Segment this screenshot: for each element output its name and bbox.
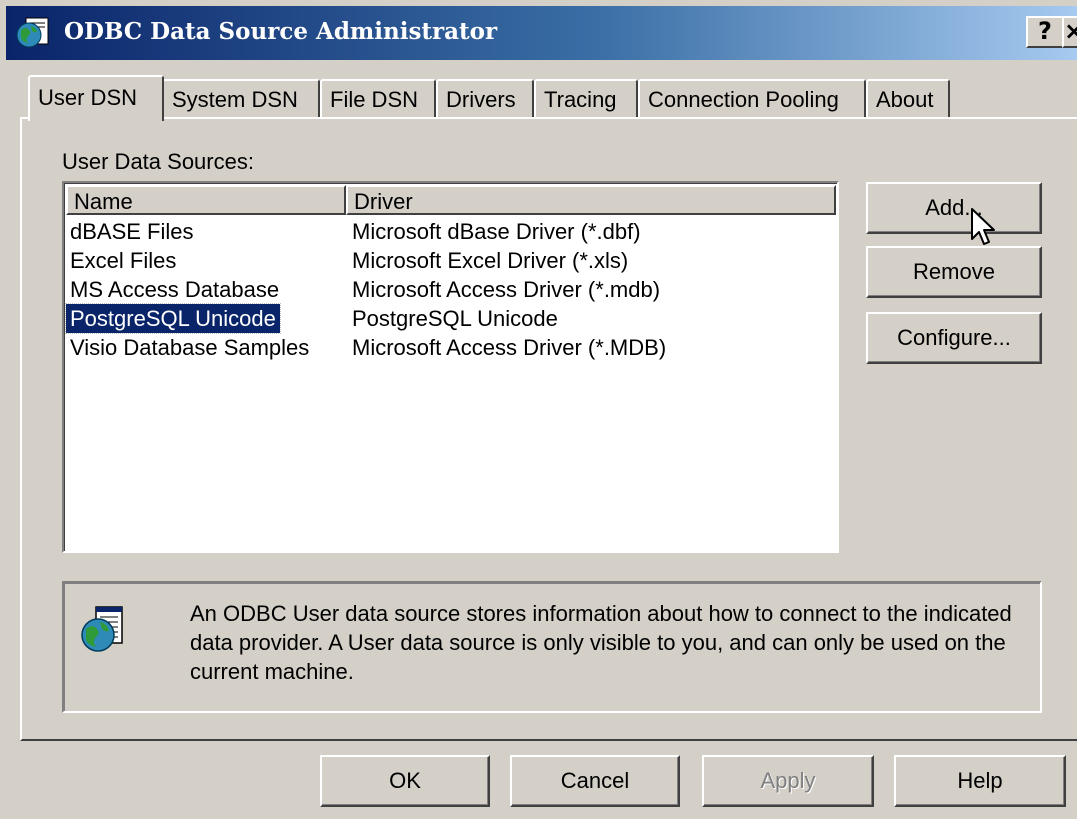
window-title: ODBC Data Source Administrator <box>64 18 498 45</box>
info-description: An ODBC User data source stores informat… <box>190 601 1012 684</box>
remove-button-label: Remove <box>913 259 995 284</box>
ok-button-label: OK <box>389 768 421 793</box>
column-header-driver[interactable]: Driver <box>346 185 836 215</box>
configure-button-label: Configure... <box>897 325 1011 350</box>
apply-button[interactable]: Apply <box>702 755 874 807</box>
cancel-button-label: Cancel <box>560 768 630 793</box>
row-driver: Microsoft Excel Driver (*.xls) <box>352 248 629 273</box>
tab-tracing[interactable]: Tracing <box>534 79 638 119</box>
data-sources-list[interactable]: Name Driver dBASE Files Microsoft dBase … <box>62 181 839 553</box>
help-title-button[interactable]: ? <box>1026 16 1064 48</box>
tab-about[interactable]: About <box>866 79 950 119</box>
row-driver: Microsoft Access Driver (*.mdb) <box>352 277 661 302</box>
ok-button[interactable]: OK <box>320 755 490 807</box>
row-name: PostgreSQL Unicode <box>65 303 281 334</box>
odbc-admin-window: ODBC Data Source Administrator ? × User … <box>0 0 1077 819</box>
title-bar[interactable]: ODBC Data Source Administrator ? × <box>6 6 1077 60</box>
odbc-globe-icon <box>16 17 49 48</box>
configure-button[interactable]: Configure... <box>866 312 1042 364</box>
row-name: dBASE Files <box>70 219 194 244</box>
odbc-globe-icon <box>81 606 123 652</box>
tab-user-dsn[interactable]: User DSN <box>28 75 164 121</box>
add-button[interactable]: Add... <box>866 182 1042 234</box>
close-title-button[interactable]: × <box>1062 16 1077 48</box>
row-name: MS Access Database <box>70 277 280 302</box>
row-driver: Microsoft Access Driver (*.MDB) <box>352 335 667 360</box>
column-header-name[interactable]: Name <box>66 185 346 215</box>
row-name: Visio Database Samples <box>70 335 310 360</box>
tab-drivers[interactable]: Drivers <box>436 79 534 119</box>
info-groupbox: An ODBC User data source stores informat… <box>62 581 1042 713</box>
tab-connection-pooling[interactable]: Connection Pooling <box>638 79 866 119</box>
help-button[interactable]: Help <box>894 755 1066 807</box>
tab-file-dsn[interactable]: File DSN <box>320 79 436 119</box>
user-dsn-panel: User Data Sources: Name Driver dBASE Fil… <box>20 117 1077 741</box>
remove-button[interactable]: Remove <box>866 246 1042 298</box>
row-driver: Microsoft dBase Driver (*.dbf) <box>352 219 641 244</box>
apply-button-label: Apply <box>760 768 816 793</box>
user-data-sources-label: User Data Sources: <box>62 149 254 174</box>
tab-system-dsn[interactable]: System DSN <box>162 79 320 119</box>
cancel-button[interactable]: Cancel <box>510 755 680 807</box>
row-driver: PostgreSQL Unicode <box>352 306 558 331</box>
mouse-pointer-icon <box>971 208 995 245</box>
help-button-label: Help <box>957 768 1003 793</box>
row-name: Excel Files <box>70 248 177 273</box>
